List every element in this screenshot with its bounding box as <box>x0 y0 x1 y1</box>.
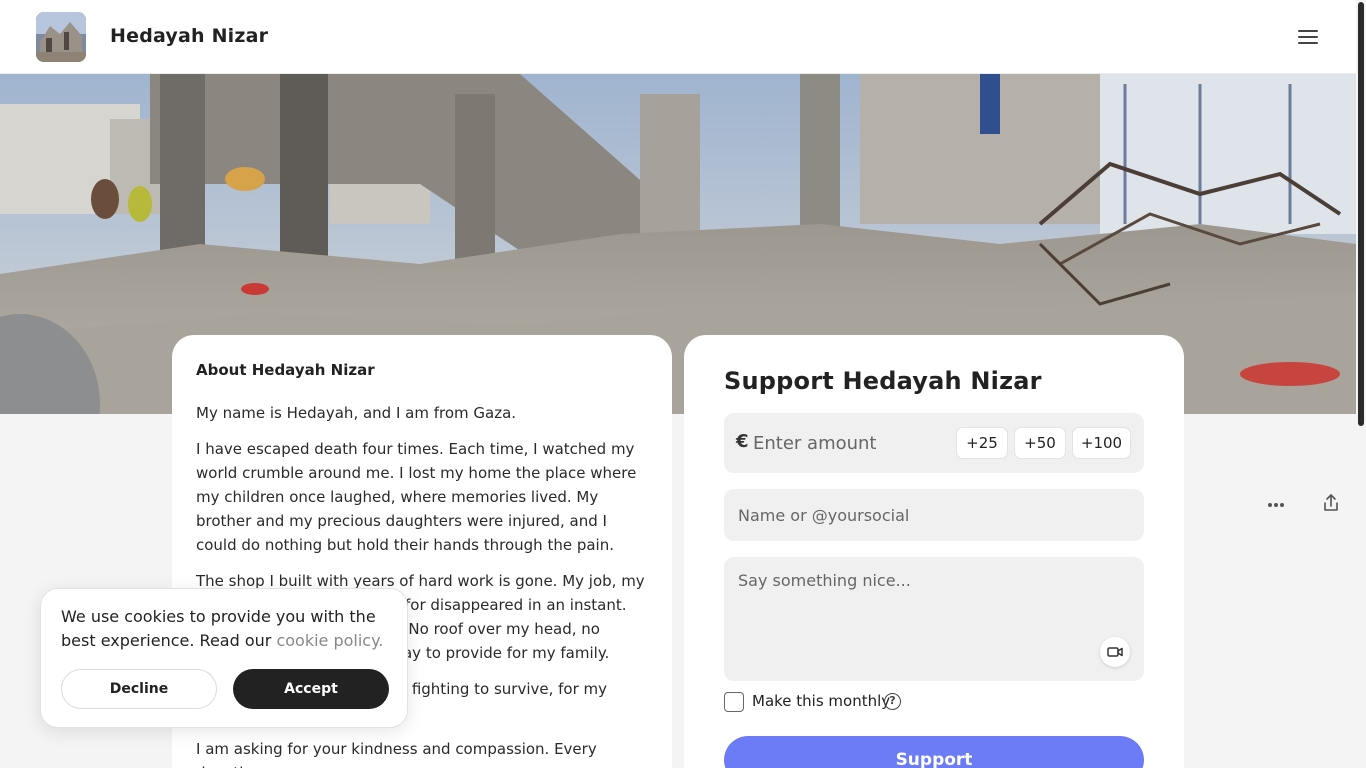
about-paragraph: I have escaped death four times. Each ti… <box>196 440 637 554</box>
support-title: Support Hedayah Nizar <box>724 367 1042 395</box>
quick-amount-25-button[interactable]: +25 <box>956 427 1008 459</box>
about-paragraph: My name is Hedayah, and I am from Gaza. <box>196 404 517 422</box>
hamburger-menu-icon[interactable] <box>1296 26 1320 48</box>
top-bar: Hedayah Nizar <box>0 0 1356 74</box>
scrollbar-thumb[interactable] <box>1358 2 1364 426</box>
message-input[interactable] <box>724 557 1144 681</box>
name-input[interactable] <box>724 489 1144 541</box>
amount-field: € +25 +50 +100 <box>724 413 1144 473</box>
support-button[interactable]: Support <box>724 736 1144 768</box>
share-icon[interactable] <box>1320 492 1342 514</box>
message-field <box>724 557 1144 681</box>
currency-symbol: € <box>736 431 749 452</box>
cookie-policy-link[interactable]: cookie policy. <box>276 631 383 650</box>
support-card: Support Hedayah Nizar € +25 +50 +100 Mak… <box>684 335 1184 768</box>
about-title: About Hedayah Nizar <box>196 361 375 379</box>
quick-amount-100-button[interactable]: +100 <box>1072 427 1131 459</box>
monthly-checkbox[interactable] <box>724 692 744 712</box>
video-camera-icon[interactable] <box>1100 637 1130 667</box>
quick-amount-50-button[interactable]: +50 <box>1014 427 1066 459</box>
monthly-row: Make this monthly ? <box>724 691 1144 713</box>
help-icon[interactable]: ? <box>884 693 901 710</box>
monthly-label: Make this monthly <box>752 692 891 710</box>
decline-button[interactable]: Decline <box>61 669 217 709</box>
avatar-image <box>36 12 86 62</box>
creator-name: Hedayah Nizar <box>110 25 269 47</box>
creator-avatar[interactable] <box>36 12 86 62</box>
cookie-banner: We use cookies to provide you with the b… <box>40 588 408 728</box>
scrollbar[interactable] <box>1356 0 1366 768</box>
cookie-message: We use cookies to provide you with the b… <box>61 605 387 653</box>
about-paragraph: I am asking for your kindness and compas… <box>196 740 597 768</box>
more-dots-icon[interactable] <box>1267 492 1289 514</box>
amount-input[interactable] <box>753 427 943 459</box>
accept-button[interactable]: Accept <box>233 669 389 709</box>
